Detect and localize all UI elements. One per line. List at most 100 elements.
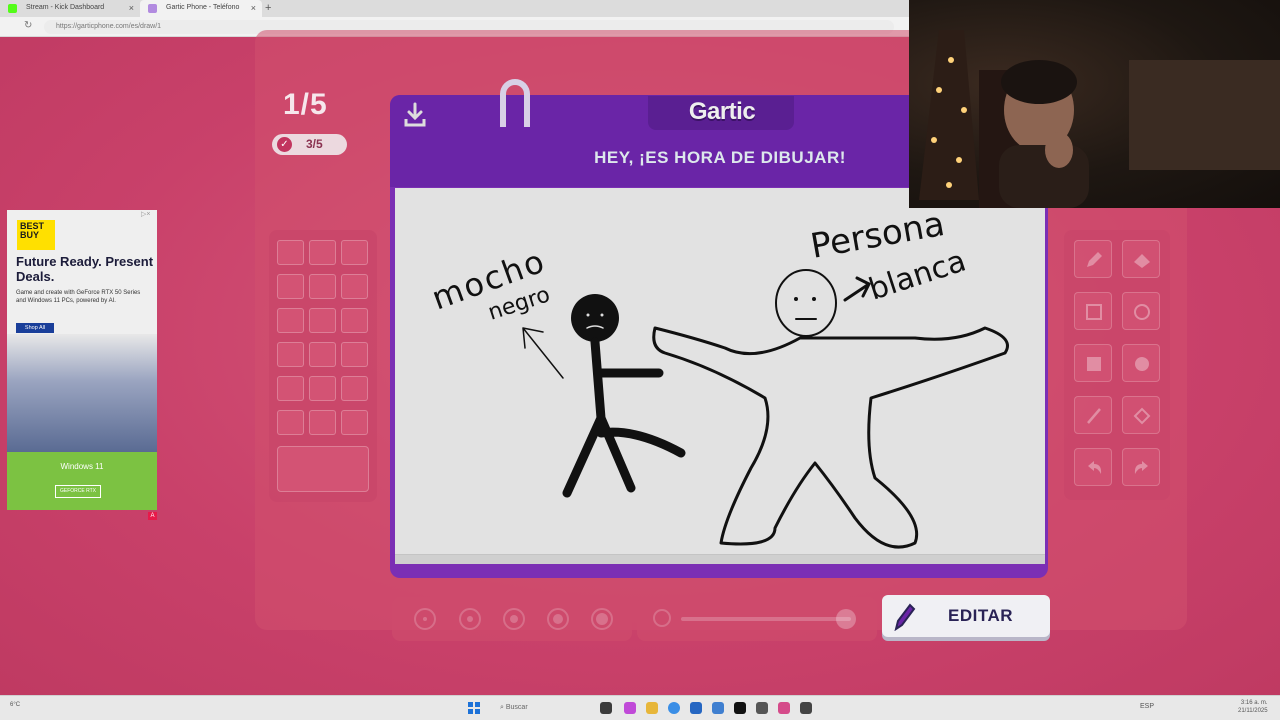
close-icon[interactable]: × [251, 0, 256, 16]
app-icon[interactable] [624, 702, 636, 714]
color-swatch[interactable] [309, 410, 336, 435]
app-icon[interactable] [600, 702, 612, 714]
ad-image [7, 334, 157, 452]
new-tab-button[interactable]: + [265, 0, 271, 16]
rectangle-outline-tool-button[interactable] [1074, 292, 1112, 330]
eraser-tool-button[interactable] [1122, 240, 1160, 278]
color-swatch[interactable] [277, 240, 304, 265]
color-swatch[interactable] [341, 274, 368, 299]
brush-size-option[interactable] [459, 608, 481, 630]
weather-widget[interactable]: 6°C [10, 702, 20, 708]
taskbar-clock[interactable]: 3:16 a. m. 21/11/2025 [1238, 699, 1268, 715]
pen-icon [894, 603, 916, 631]
color-swatch[interactable] [277, 308, 304, 333]
edit-button-label: EDITAR [948, 606, 1014, 625]
folder-icon[interactable] [646, 702, 658, 714]
app-icon[interactable] [756, 702, 768, 714]
undo-button[interactable] [1074, 448, 1112, 486]
pencil-icon [1087, 252, 1102, 267]
download-icon[interactable] [404, 102, 426, 128]
tab-kick-dashboard[interactable]: Stream - Kick Dashboard × [0, 0, 140, 17]
draw-prompt: HEY, ¡ES HORA DE DIBUJAR! [594, 148, 846, 167]
brush-size-selector [392, 597, 632, 641]
close-icon[interactable]: × [129, 0, 134, 16]
drawing-strokes: mocho negro Persona blanca [427, 204, 1009, 549]
opacity-knob[interactable] [836, 609, 856, 629]
ad-headline: Future Ready. Present Deals. [16, 254, 154, 284]
taskbar-search[interactable]: ⌕ Buscar [488, 700, 568, 716]
tray-language[interactable]: ESP [1140, 703, 1154, 710]
app-icon[interactable] [778, 702, 790, 714]
app-icon[interactable] [712, 702, 724, 714]
drawing-canvas[interactable]: mocho negro Persona blanca [395, 188, 1045, 562]
windows-logo-text: Windows 11 [60, 462, 104, 471]
rectangle-fill-tool-button[interactable] [1074, 344, 1112, 382]
line-tool-button[interactable] [1074, 396, 1112, 434]
app-icon[interactable] [800, 702, 812, 714]
undo-icon [1088, 461, 1102, 474]
ad-close-icon[interactable]: ▷× [141, 210, 150, 218]
ellipse-fill-tool-button[interactable] [1122, 344, 1160, 382]
geforce-badge: GEFORCE RTX [55, 485, 101, 498]
webcam-image [919, 30, 1280, 208]
drawing-arrow-right [843, 276, 871, 302]
pencil-tool-button[interactable] [1074, 240, 1112, 278]
clock-date: 21/11/2025 [1238, 708, 1268, 714]
notebook-ring [500, 79, 530, 127]
taskbar: 6°C ⌕ Buscar ESP 3:16 a. m. 21/11/2025 [0, 695, 1280, 720]
app-icon[interactable] [690, 702, 702, 714]
drawing-black-body [562, 337, 686, 498]
ad-shop-button[interactable]: Shop All [16, 323, 54, 333]
color-swatch[interactable] [309, 308, 336, 333]
ad-choices-icon[interactable]: A [148, 512, 157, 520]
tab-label: Stream - Kick Dashboard [26, 4, 105, 11]
color-swatch[interactable] [277, 274, 304, 299]
color-swatch[interactable] [309, 274, 336, 299]
taskbar-search-label: Buscar [505, 704, 528, 711]
redo-button[interactable] [1122, 448, 1160, 486]
color-swatch[interactable] [341, 376, 368, 401]
brush-size-option[interactable] [503, 608, 525, 630]
eraser-icon [1134, 254, 1150, 268]
windows-start-icon[interactable] [468, 702, 480, 714]
edit-button[interactable]: EDITAR [882, 595, 1050, 637]
brush-size-option[interactable] [547, 608, 569, 630]
kick-icon [8, 4, 17, 13]
round-counter: 1/5 [283, 88, 328, 121]
brush-size-option[interactable] [591, 608, 613, 630]
gartic-logo: Gartic [688, 98, 756, 125]
color-swatch[interactable] [277, 376, 304, 401]
fill-bucket-tool-button[interactable] [1122, 396, 1160, 434]
color-swatch[interactable] [309, 240, 336, 265]
color-swatch[interactable] [309, 376, 336, 401]
color-swatch[interactable] [277, 410, 304, 435]
brush-size-option[interactable] [414, 608, 436, 630]
drawing-black-head [571, 294, 619, 342]
advertisement[interactable]: BEST BUY Future Ready. Present Deals. Ga… [7, 210, 157, 510]
rectangle-outline-icon [1086, 304, 1102, 320]
opacity-slider[interactable] [637, 597, 877, 641]
ellipse-outline-tool-button[interactable] [1122, 292, 1160, 330]
ellipse-fill-icon [1135, 357, 1149, 371]
redo-icon [1134, 461, 1148, 474]
color-swatch[interactable] [309, 342, 336, 367]
players-done-badge: ✓ 3/5 [272, 134, 347, 155]
color-swatch[interactable] [341, 410, 368, 435]
search-icon: ⌕ [500, 704, 504, 711]
check-icon: ✓ [277, 137, 292, 152]
color-swatch[interactable] [277, 342, 304, 367]
tools-panel [1064, 230, 1170, 500]
custom-color-swatch[interactable] [277, 446, 369, 492]
chrome-icon[interactable] [668, 702, 680, 714]
color-swatch[interactable] [341, 308, 368, 333]
webcam-overlay [909, 0, 1280, 208]
color-swatch[interactable] [341, 342, 368, 367]
fill-bucket-icon [1133, 407, 1151, 425]
color-swatch[interactable] [341, 240, 368, 265]
canvas-edge [395, 554, 1045, 564]
tab-gartic-phone[interactable]: Gartic Phone - Teléfono Descompuesto × [140, 0, 262, 27]
reload-icon[interactable]: ↻ [24, 20, 32, 31]
gartic-icon [148, 4, 157, 13]
opacity-track[interactable] [681, 617, 851, 621]
tiktok-icon[interactable] [734, 702, 746, 714]
